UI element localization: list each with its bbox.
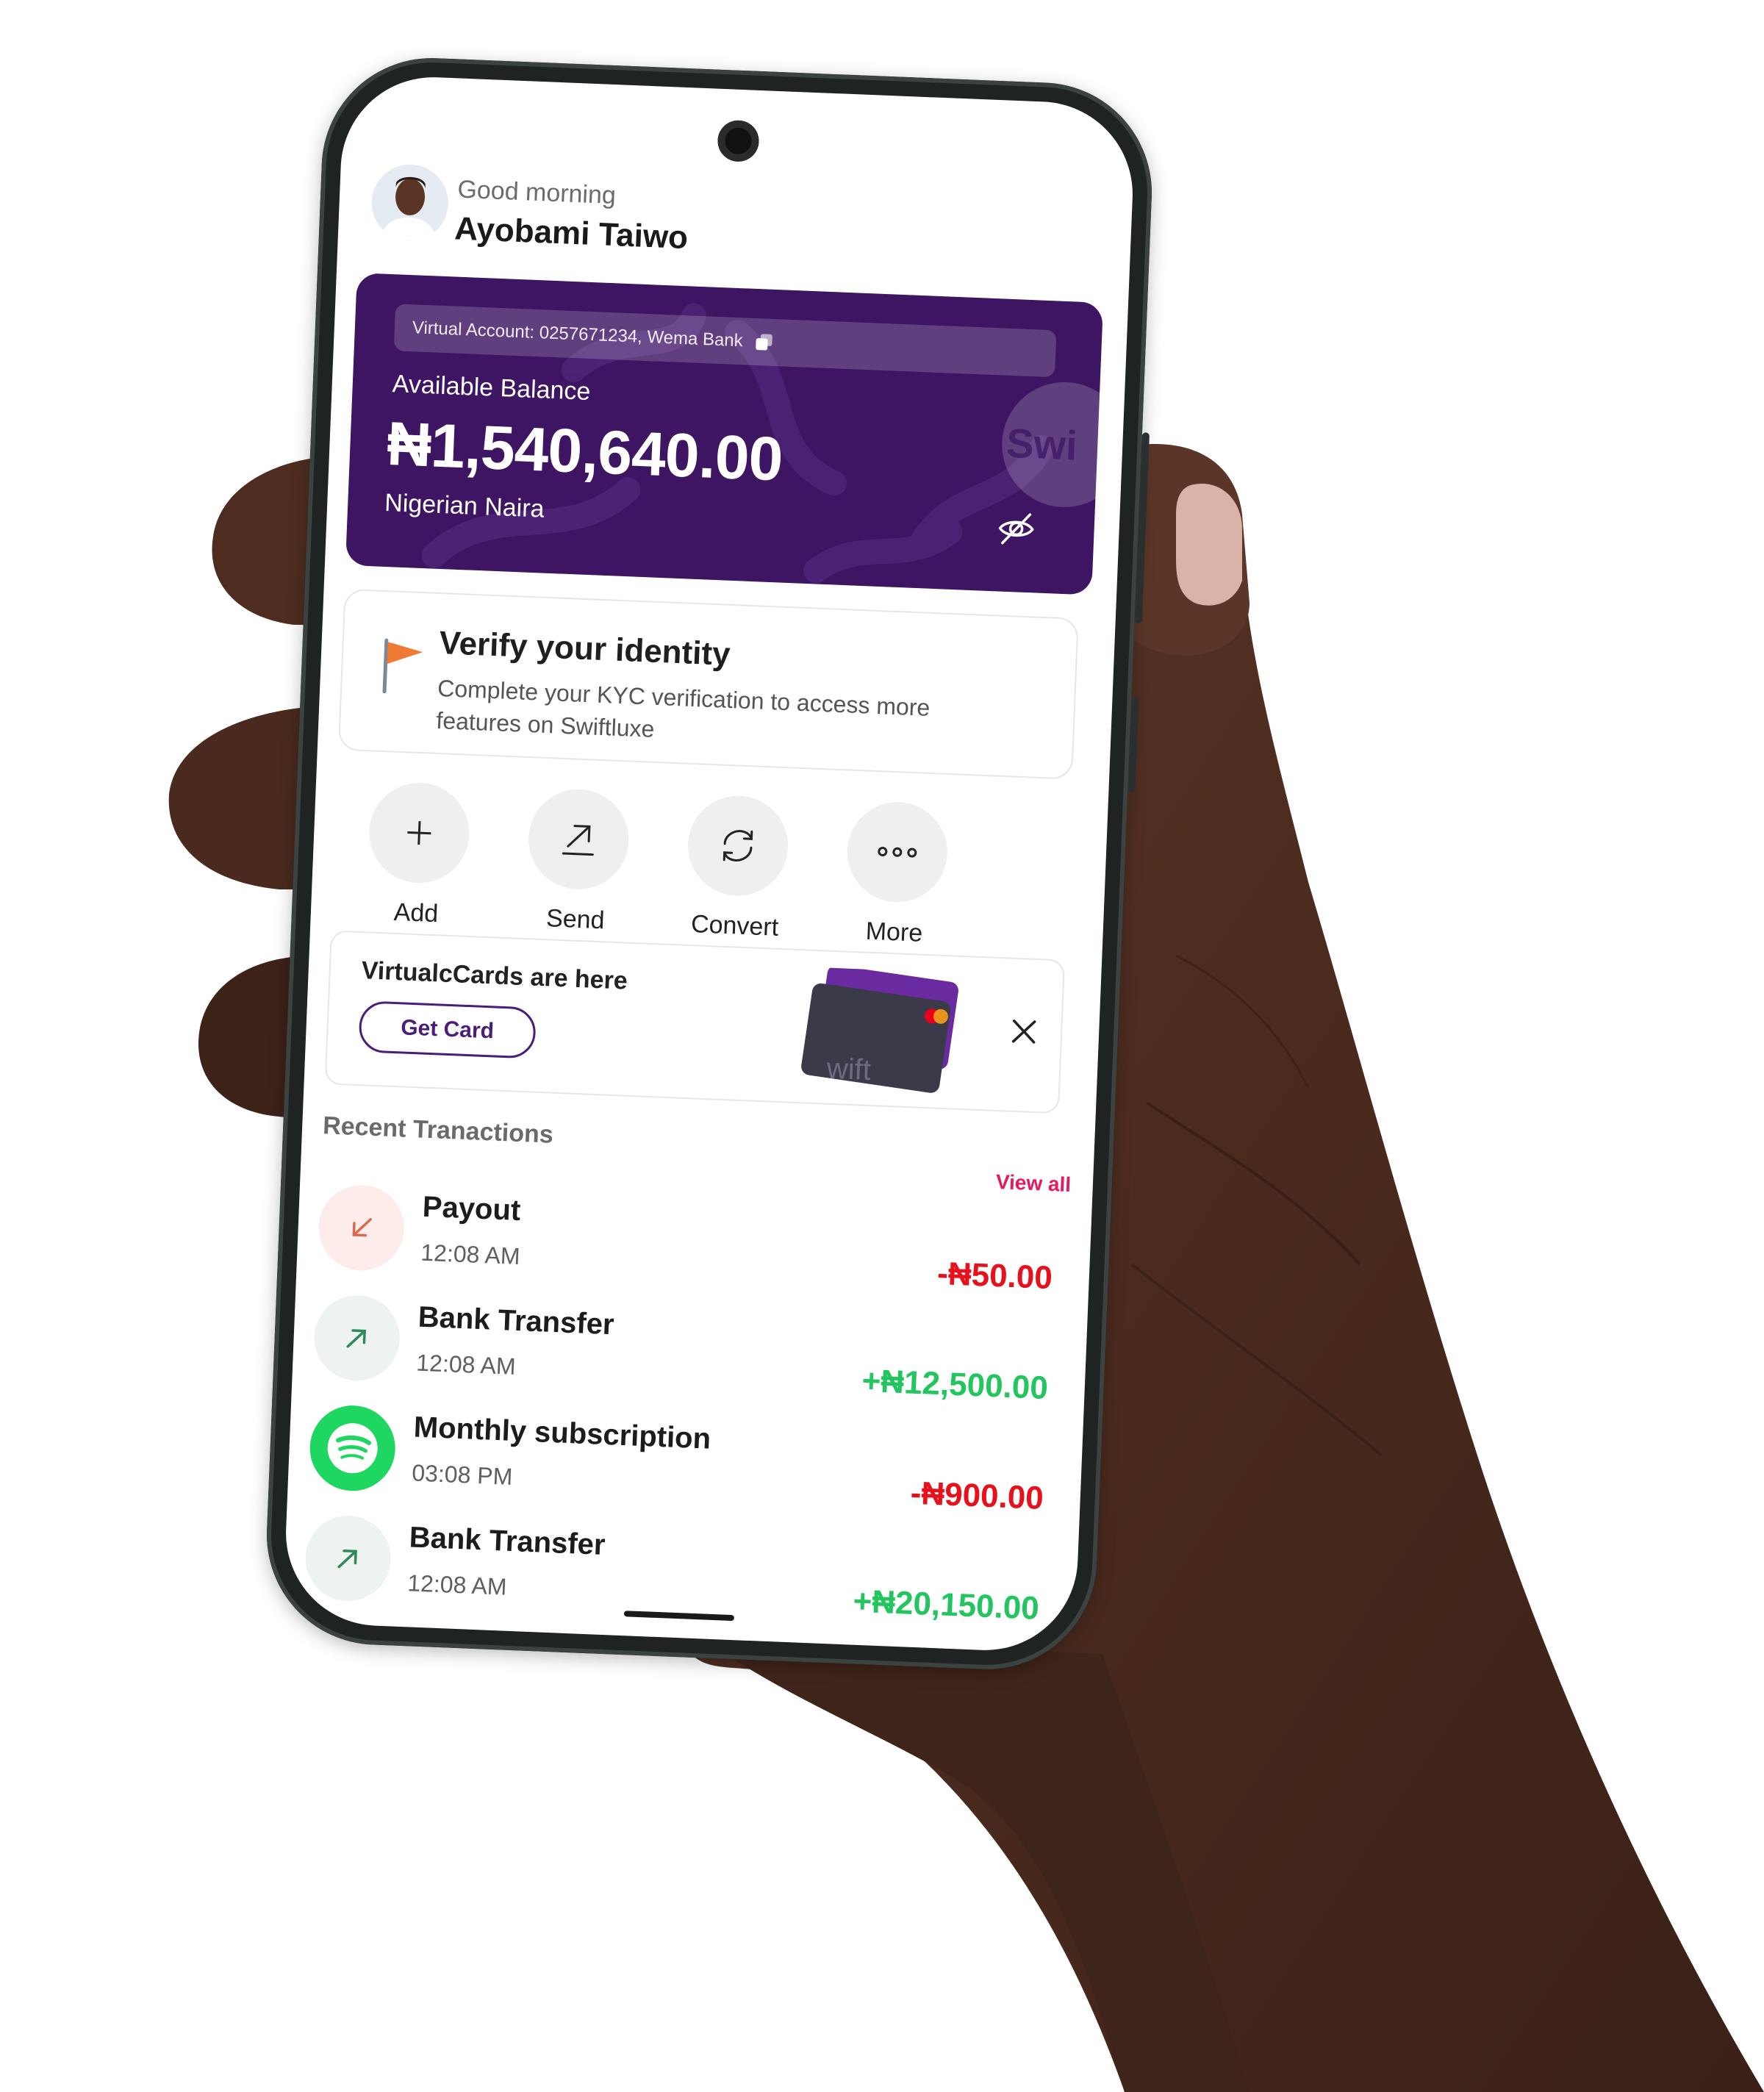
phone-device: Good morning Ayobami Taiwo Virtual Accou…	[262, 54, 1156, 1674]
add-label: Add	[392, 898, 439, 928]
get-card-button[interactable]: Get Card	[358, 1000, 537, 1059]
transaction-time: 12:08 AM	[420, 1239, 521, 1270]
convert-label: Convert	[690, 910, 779, 942]
user-name: Ayobami Taiwo	[453, 210, 689, 257]
convert-action-circle[interactable]	[686, 793, 790, 898]
front-camera	[717, 119, 760, 162]
virtual-account-text: Virtual Account: 0257671234, Wema Bank	[412, 318, 744, 351]
transaction-row[interactable]: Bank Transfer 12:08 AM +₦20,150.00	[303, 1514, 1041, 1647]
transaction-title: Payout	[422, 1190, 522, 1228]
avatar[interactable]	[370, 162, 450, 243]
convert-button[interactable]: Convert	[679, 793, 795, 943]
spotify-icon	[327, 1423, 378, 1474]
more-icon	[878, 846, 917, 858]
transaction-icon-circle	[317, 1183, 406, 1272]
balance-card[interactable]: Virtual Account: 0257671234, Wema Bank A…	[345, 273, 1104, 595]
transaction-amount: +₦12,500.00	[861, 1362, 1049, 1407]
convert-icon	[723, 830, 753, 861]
transaction-time: 12:08 AM	[415, 1349, 517, 1380]
transaction-icon-circle	[304, 1514, 392, 1603]
virtual-card-image: wift	[801, 967, 958, 1093]
add-button[interactable]: Add	[360, 781, 476, 930]
eye-off-icon[interactable]	[995, 507, 1038, 550]
add-action-circle[interactable]	[367, 781, 472, 885]
arrow-down-left-icon	[352, 1218, 372, 1237]
transaction-row[interactable]: Bank Transfer 12:08 AM +₦12,500.00	[312, 1294, 1050, 1426]
transaction-time: 03:08 PM	[411, 1459, 514, 1490]
copy-icon[interactable]	[756, 334, 773, 351]
transaction-amount: +₦20,150.00	[852, 1583, 1040, 1627]
more-button[interactable]: More	[839, 800, 955, 949]
promo-title: VirtualcCards are here	[361, 956, 628, 995]
recent-transactions-title: Recent Tranactions	[322, 1111, 554, 1149]
transaction-amount: -₦50.00	[936, 1255, 1053, 1297]
plus-icon	[407, 821, 431, 845]
view-all-link[interactable]: View all	[995, 1170, 1071, 1197]
transaction-row[interactable]: Payout 12:08 AM -₦50.00	[316, 1183, 1055, 1316]
transaction-title: Bank Transfer	[417, 1300, 615, 1341]
verify-title: Verify your identity	[438, 625, 731, 673]
greeting-text: Good morning	[456, 175, 617, 210]
user-avatar-icon	[370, 162, 450, 243]
flag-icon	[382, 638, 423, 694]
transaction-row[interactable]: Monthly subscription 03:08 PM -₦900.00	[307, 1403, 1046, 1536]
verify-description: Complete your KYC verification to access…	[435, 674, 931, 742]
send-label: Send	[545, 904, 606, 935]
transaction-time: 12:08 AM	[406, 1569, 508, 1600]
virtual-card-text: wift	[825, 1053, 872, 1086]
app-screen: Good morning Ayobami Taiwo Virtual Accou…	[282, 74, 1136, 1654]
arrow-up-right-icon	[346, 1329, 366, 1348]
send-button[interactable]: Send	[520, 787, 636, 936]
transaction-icon-circle	[312, 1294, 401, 1383]
transaction-title: Monthly subscription	[413, 1411, 711, 1455]
more-action-circle[interactable]	[845, 800, 950, 904]
close-icon[interactable]	[1007, 1015, 1041, 1049]
verify-identity-card[interactable]: Verify your identity Complete your KYC v…	[337, 588, 1079, 780]
transaction-icon-circle	[308, 1403, 397, 1493]
send-action-circle[interactable]	[526, 787, 631, 892]
virtual-cards-promo: VirtualcCards are here Get Card wift	[324, 930, 1066, 1114]
transaction-title: Bank Transfer	[409, 1521, 606, 1562]
arrow-up-right-icon	[337, 1550, 357, 1569]
send-icon	[562, 825, 594, 856]
more-label: More	[864, 917, 923, 948]
transaction-amount: -₦900.00	[909, 1475, 1044, 1516]
